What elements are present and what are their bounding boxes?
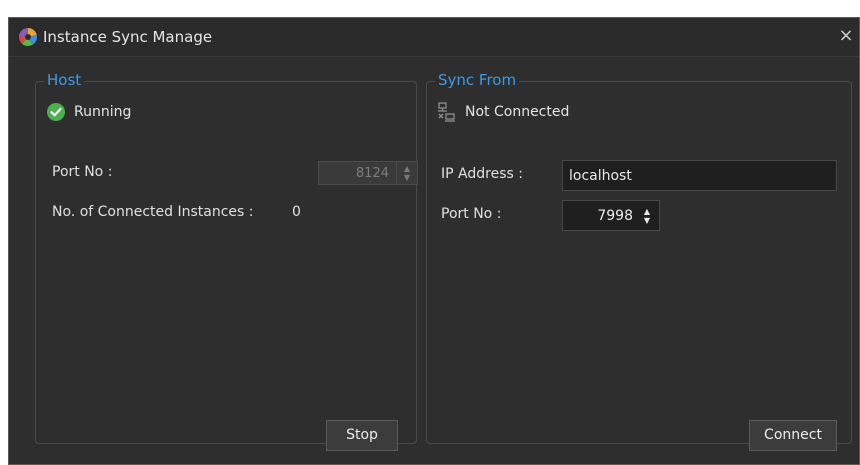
chevron-up-icon: ▲: [403, 164, 411, 173]
host-port-arrows: ▲ ▼: [396, 162, 417, 184]
title-bar: Instance Sync Manage ×: [9, 18, 859, 57]
sync-from-group: Sync From Not Connected IP Address : Por…: [426, 71, 852, 451]
sync-status-text: Not Connected: [465, 104, 570, 120]
ip-address-label: IP Address :: [441, 166, 523, 182]
chevron-down-icon: ▼: [403, 173, 411, 182]
host-status: Running: [46, 102, 131, 122]
chevron-up-icon[interactable]: ▲: [644, 207, 650, 216]
ip-address-input[interactable]: [562, 160, 837, 191]
sync-status: Not Connected: [437, 102, 569, 122]
host-status-text: Running: [74, 104, 132, 120]
close-icon[interactable]: ×: [837, 25, 855, 47]
connected-instances-label: No. of Connected Instances :: [52, 204, 254, 220]
sync-port-arrows[interactable]: ▲ ▼: [637, 201, 657, 230]
host-port-value: 8124: [355, 166, 389, 181]
host-group: Host Running Port No : 8124 ▲ ▼ No. of C…: [35, 71, 418, 451]
host-port-stepper: 8124 ▲ ▼: [318, 161, 418, 185]
window-title: Instance Sync Manage: [43, 28, 213, 46]
sync-from-group-title: Sync From: [435, 71, 520, 89]
sync-port-stepper[interactable]: 7998 ▲ ▼: [562, 200, 660, 231]
host-group-title: Host: [44, 71, 85, 89]
sync-manage-dialog: Instance Sync Manage × Host Running Port…: [8, 17, 860, 465]
stop-button[interactable]: Stop: [326, 420, 398, 451]
network-disconnected-icon: [438, 102, 455, 122]
chevron-down-icon[interactable]: ▼: [644, 216, 650, 225]
app-logo-icon: [18, 27, 38, 47]
sync-port-label: Port No :: [441, 206, 502, 222]
connected-instances-value: 0: [292, 204, 301, 220]
host-port-label: Port No :: [52, 164, 113, 180]
connect-button[interactable]: Connect: [749, 420, 837, 451]
sync-port-value[interactable]: 7998: [597, 208, 633, 224]
check-circle-icon: [47, 103, 65, 121]
